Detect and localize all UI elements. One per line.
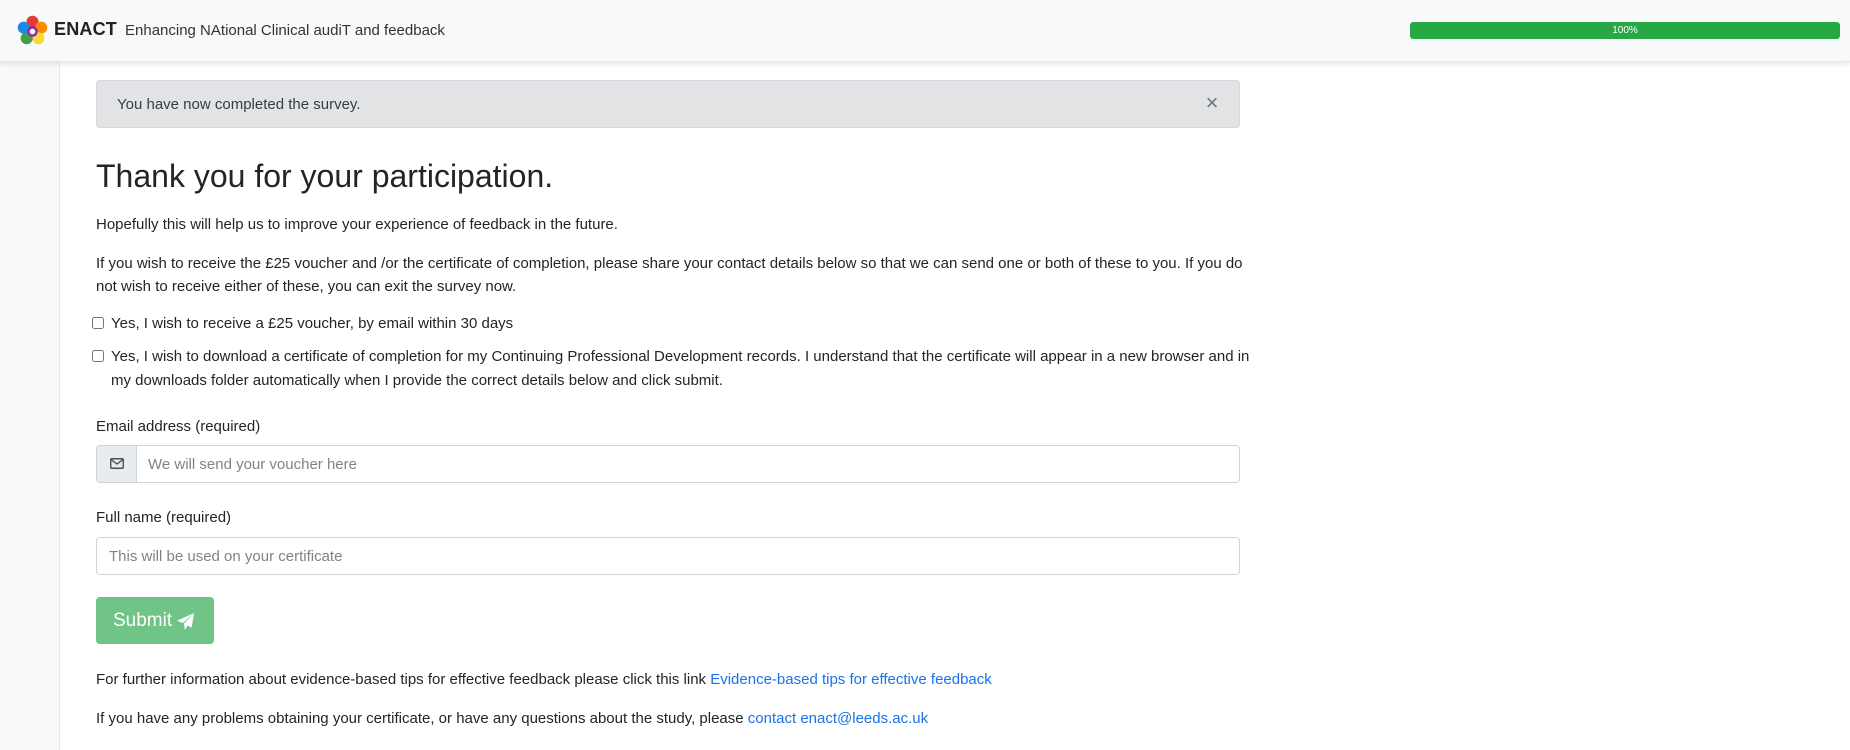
alert-message: You have now completed the survey. — [117, 96, 361, 113]
contact-text: If you have any problems obtaining your … — [96, 710, 748, 727]
email-input[interactable] — [137, 446, 1239, 482]
survey-progress: 100% — [1410, 22, 1840, 39]
voucher-checkbox[interactable] — [92, 317, 104, 329]
left-sidebar — [0, 62, 60, 750]
brand-subtitle: Enhancing NAtional Clinical audiT and fe… — [125, 22, 445, 39]
submit-label: Submit — [113, 610, 173, 631]
close-icon[interactable]: × — [1201, 92, 1223, 114]
certificate-option-label: Yes, I wish to download a certificate of… — [111, 348, 1250, 389]
contact-paragraph: If you have any problems obtaining your … — [96, 710, 928, 727]
intro-text: Hopefully this will help us to improve y… — [96, 216, 618, 233]
tips-paragraph: For further information about evidence-b… — [96, 671, 992, 688]
tips-link[interactable]: Evidence-based tips for effective feedba… — [710, 671, 992, 688]
email-addon — [97, 446, 137, 482]
envelope-icon — [110, 458, 124, 469]
instructions-text: If you wish to receive the £25 voucher a… — [96, 255, 1243, 295]
voucher-option[interactable]: Yes, I wish to receive a £25 voucher, by… — [92, 312, 1252, 336]
contact-link[interactable]: contact enact@leeds.ac.uk — [748, 710, 928, 727]
progress-bar: 100% — [1410, 22, 1840, 39]
tips-text: For further information about evidence-b… — [96, 671, 711, 688]
full-name-input[interactable] — [96, 537, 1240, 575]
email-label: Email address (required) — [96, 418, 261, 435]
email-input-group — [96, 445, 1240, 483]
page-title: Thank you for your participation. — [96, 158, 554, 194]
completion-alert: You have now completed the survey. × — [96, 80, 1240, 128]
certificate-checkbox[interactable] — [92, 350, 104, 362]
top-navbar: ENACT Enhancing NAtional Clinical audiT … — [0, 0, 1850, 62]
name-label: Full name (required) — [96, 509, 232, 526]
enact-logo[interactable] — [16, 15, 49, 48]
submit-button[interactable]: Submit — [96, 597, 214, 644]
certificate-option[interactable]: Yes, I wish to download a certificate of… — [92, 345, 1252, 393]
paper-plane-icon — [176, 612, 195, 631]
voucher-option-label: Yes, I wish to receive a £25 voucher, by… — [111, 315, 514, 332]
brand-name[interactable]: ENACT — [54, 19, 117, 40]
